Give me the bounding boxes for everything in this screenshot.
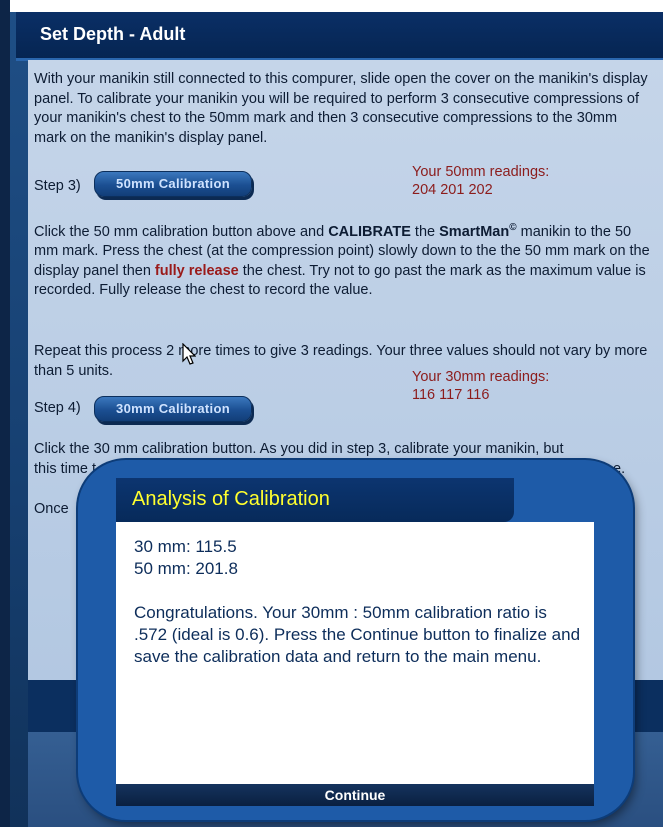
step3-label: Step 3) <box>34 178 81 194</box>
readings-50mm-values: 204 201 202 <box>412 182 493 198</box>
result-50mm: 50 mm: 201.8 <box>134 559 238 578</box>
instr50-calibrate: CALIBRATE <box>328 223 411 240</box>
calibration-50mm-button[interactable]: 50mm Calibration <box>94 171 252 197</box>
repeat-text: Repeat this process 2 more times to give… <box>34 343 648 379</box>
instructions-50mm: Click the 50 mm calibration button above… <box>34 218 652 301</box>
copyright-mark: © <box>509 222 517 233</box>
dialog-title: Analysis of Calibration <box>132 488 330 510</box>
readings-30mm-title: Your 30mm readings: <box>412 369 550 385</box>
top-edge <box>0 0 663 12</box>
instructions-30mm-line1: Click the 30 mm calibration button. As y… <box>34 441 564 457</box>
instr50-brand: SmartMan <box>439 223 510 240</box>
calibration-30mm-button[interactable]: 30mm Calibration <box>94 396 252 422</box>
dialog-message: Congratulations. Your 30mm : 50mm calibr… <box>134 603 581 666</box>
readings-30mm: Your 30mm readings: 116 117 116 <box>412 368 549 404</box>
intro-text: With your manikin still connected to thi… <box>34 71 648 146</box>
readings-50mm: Your 50mm readings: 204 201 202 <box>412 163 549 199</box>
app-window: Set Depth - Adult With your manikin stil… <box>0 0 663 827</box>
readings-50mm-title: Your 50mm readings: <box>412 164 550 180</box>
instr50-fully-release: fully release <box>154 262 239 279</box>
instr50-part2: the <box>410 223 440 240</box>
arrow-cursor-icon <box>182 342 197 365</box>
left-edge <box>0 0 10 827</box>
header-bar: Set Depth - Adult <box>16 12 663 61</box>
analysis-dialog: Analysis of Calibration 30 mm: 115.5 50 … <box>78 460 633 820</box>
page-title: Set Depth - Adult <box>40 24 186 44</box>
result-30mm: 30 mm: 115.5 <box>134 537 237 556</box>
dialog-body: 30 mm: 115.5 50 mm: 201.8 Congratulation… <box>116 522 594 784</box>
dialog-title-bar: Analysis of Calibration <box>116 478 514 522</box>
readings-30mm-values: 116 117 116 <box>412 387 490 403</box>
continue-button[interactable]: Continue <box>116 784 594 806</box>
instr50-part1: Click the 50 mm calibration button above… <box>34 223 329 240</box>
step4-label: Step 4) <box>34 400 81 416</box>
